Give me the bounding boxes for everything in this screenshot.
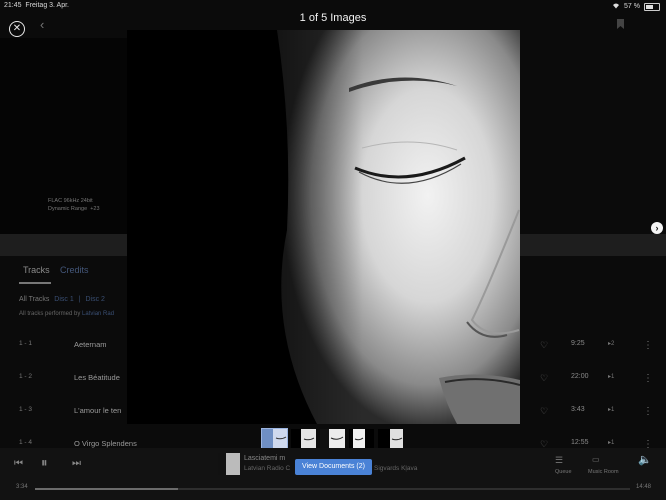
battery-icon [644,2,660,11]
image-counter-title: 1 of 5 Images [299,12,367,24]
active-tab-indicator [19,282,51,284]
track-duration: 3:43 [571,406,585,413]
battery-percent: 57 % [624,3,640,10]
track-duration: 12:55 [571,439,589,446]
play-level: ▸1 [608,407,615,413]
album-format-info: FLAC 96kHz 24bit Dynamic Range +23 [48,197,100,213]
playback-progress-fill [35,488,178,490]
now-playing-ensemble: Latvian Radio C [244,465,291,472]
now-playing-artist: Sigvards Kļava [374,465,418,472]
close-icon[interactable]: ✕ [9,21,25,37]
performed-by-label: All tracks performed by [19,311,81,317]
tab-credits[interactable]: Credits [60,265,89,275]
play-level: ▸2 [608,341,615,347]
music-room-label[interactable]: Music Room [588,469,619,475]
filter-separator: | [78,296,81,303]
dynamic-range-label: Dynamic Range [48,206,88,212]
album-booklet-image [127,30,520,424]
performed-by-line: All tracks performed by Latvian Rad [19,311,114,317]
play-level: ▸1 [608,440,615,446]
track-number: 1 - 4 [19,439,33,446]
more-vertical-icon[interactable]: ⋮ [643,406,653,417]
bookmark-icon[interactable] [617,19,624,29]
heart-icon[interactable]: ♡ [540,340,548,351]
queue-icon[interactable]: ☰ [555,455,569,465]
dynamic-range-value: +23 [90,206,100,212]
track-number: 1 - 1 [19,340,33,347]
chevron-right-icon[interactable]: › [651,222,663,234]
heart-icon[interactable]: ♡ [540,373,548,384]
now-playing-artwork[interactable] [218,453,240,475]
performer-link[interactable]: Latvian Rad [82,311,114,317]
volume-icon[interactable]: 🔈 [638,453,652,466]
filter-disc-1[interactable]: Disc 1 [54,296,73,303]
playback-progress-bar[interactable] [35,488,630,490]
disc-filter: All Tracks Disc 1 | Disc 2 [19,296,108,303]
wifi-icon [612,2,620,11]
track-title: O Virgo Splendens [74,439,137,448]
more-vertical-icon[interactable]: ⋮ [643,340,653,351]
track-number: 1 - 3 [19,406,33,413]
heart-icon[interactable]: ♡ [540,406,548,417]
filter-all-tracks[interactable]: All Tracks [19,296,49,303]
total-time: 14:48 [636,484,652,490]
track-duration: 22:00 [571,373,589,380]
tab-tracks[interactable]: Tracks [23,265,50,275]
status-time: 21:45 [4,2,22,9]
more-vertical-icon[interactable]: ⋮ [643,373,653,384]
track-number: 1 - 2 [19,373,33,380]
track-duration: 9:25 [571,340,585,347]
view-documents-button[interactable]: View Documents (2) [295,459,372,475]
track-title: Les Béatitude [74,373,120,382]
elapsed-time: 3:34 [16,484,28,490]
pause-icon[interactable]: ⏸ [41,455,48,471]
skip-previous-icon[interactable]: ⏮ [14,458,23,469]
chevron-left-icon[interactable]: ‹ [40,17,44,32]
status-date: Freitag 3. Apr. [25,2,70,9]
queue-label[interactable]: Queue [555,469,572,475]
play-level: ▸1 [608,374,615,380]
audio-format: FLAC 96kHz 24bit [48,198,93,204]
skip-next-icon[interactable]: ⏭ [72,458,81,469]
speaker-icon[interactable]: ▭ [592,455,618,464]
track-title: Aeternam [74,340,107,349]
filter-disc-2[interactable]: Disc 2 [85,296,104,303]
track-title: L'amour le ten [74,406,122,415]
now-playing-title: Lasciatemi m [244,455,286,462]
status-bar: 21:45 Freitag 3. Apr. 57 % [0,0,666,12]
